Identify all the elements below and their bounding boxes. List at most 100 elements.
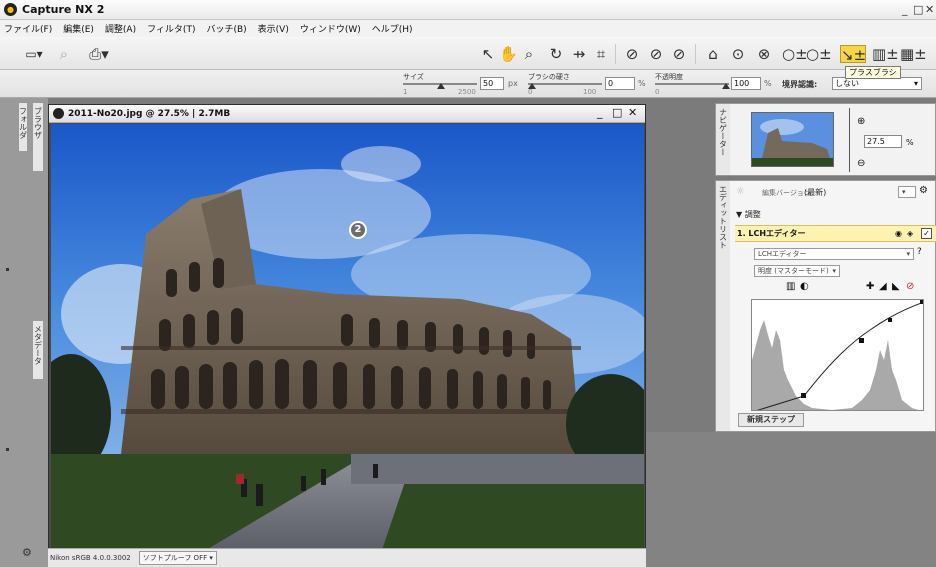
edge-label: 境界認識: xyxy=(782,80,818,89)
zoom-field[interactable]: 27.5 xyxy=(864,135,902,148)
menu-file[interactable]: ファイル(F) xyxy=(4,22,52,35)
menu-view[interactable]: 表示(V) xyxy=(258,22,289,35)
white-point-icon[interactable]: ◣ xyxy=(892,281,900,292)
size-field[interactable]: 50 xyxy=(480,77,504,90)
help-icon[interactable]: ? xyxy=(917,247,922,257)
menu-window[interactable]: ウィンドウ(W) xyxy=(300,22,361,35)
lasso-plus-icon[interactable]: ○± xyxy=(782,45,808,63)
tab-navigator[interactable]: ナビゲーター xyxy=(716,104,730,175)
app-title: Capture NX 2 xyxy=(22,3,105,16)
menu-edit[interactable]: 編集(E) xyxy=(63,22,94,35)
version-value: (最新) xyxy=(804,188,827,197)
gear-icon[interactable]: ⚙ xyxy=(22,546,32,559)
histogram-icon[interactable]: ▥ xyxy=(786,281,795,292)
fill-icon[interactable]: ▦± xyxy=(900,45,927,63)
gradient-icon[interactable]: ▥± xyxy=(872,45,899,63)
tab-folder[interactable]: フォルダ xyxy=(18,102,28,152)
size-max: 2500 xyxy=(458,88,476,96)
lasso-minus-icon[interactable]: ○± xyxy=(806,45,832,63)
hardness-unit: % xyxy=(638,79,646,88)
empty-workspace xyxy=(646,432,936,567)
control-point-white-icon[interactable]: ⊘ xyxy=(669,45,689,63)
chevron-down-icon: ▾ xyxy=(906,250,910,258)
new-step-button[interactable]: 新規ステップ xyxy=(738,413,804,427)
minimize-button[interactable]: _ xyxy=(597,106,603,119)
tab-metadata[interactable]: メタデータ xyxy=(32,320,44,380)
tooltip-plus-brush: プラスブラシ xyxy=(845,66,901,79)
app-logo-icon: ● xyxy=(4,3,17,16)
image-window-title: 2011-No20.jpg @ 27.5% | 2.7MB xyxy=(68,108,231,119)
eye-icon[interactable]: ◉ xyxy=(895,226,902,241)
maximize-button[interactable]: □ xyxy=(612,106,622,119)
straighten-icon[interactable]: ⇸ xyxy=(570,45,588,63)
opacity-icon[interactable]: ◈ xyxy=(907,226,913,241)
opacity-slider-thumb[interactable] xyxy=(722,83,730,89)
lch-editor-step-label: 1. LCHエディター xyxy=(737,229,806,238)
zoom-out-icon[interactable]: ⊖ xyxy=(857,158,865,169)
hardness-slider[interactable] xyxy=(528,83,602,85)
close-button[interactable]: ✕ xyxy=(925,3,934,16)
opacity-unit: % xyxy=(764,79,772,88)
tab-browser[interactable]: ブラウザ xyxy=(32,102,44,172)
zoom-in-icon[interactable]: ⊕ xyxy=(857,116,865,127)
size-min: 1 xyxy=(403,88,408,96)
step-enabled-checkbox[interactable]: ✓ xyxy=(921,228,932,239)
open-browser-icon[interactable]: ▭▾ xyxy=(24,45,44,63)
menu-help[interactable]: ヘルプ(H) xyxy=(372,22,413,35)
size-slider-thumb[interactable] xyxy=(437,83,445,89)
hardness-field[interactable]: 0 xyxy=(605,77,635,90)
navigator-thumbnail[interactable] xyxy=(751,112,834,167)
edit-list-panel: エディットリスト ☼ 編集バージョン (最新) ▾ ⚙ ▼ 調整 1. LCHエ… xyxy=(715,180,936,432)
hardness-max: 100 xyxy=(583,88,597,96)
opacity-label: 不透明度 xyxy=(655,73,683,81)
edge-select-value: しない xyxy=(835,79,859,88)
rotate-icon[interactable]: ↻ xyxy=(547,45,565,63)
settings-icon[interactable]: ⚙ xyxy=(919,185,928,196)
tab-edit-list[interactable]: エディットリスト xyxy=(716,181,730,431)
red-eye-icon[interactable]: ⌂ xyxy=(703,45,723,63)
status-bar: Nikon sRGB 4.0.0.3002 ソフトプルーフ OFF ▾ xyxy=(48,548,646,567)
reset-icon[interactable]: ⊘ xyxy=(906,281,914,292)
opacity-field[interactable]: 100 xyxy=(731,77,761,90)
menu-adjust[interactable]: 調整(A) xyxy=(105,22,136,35)
title-bar: ● Capture NX 2 _ □ ✕ xyxy=(0,0,936,20)
photo-canvas[interactable]: 2 xyxy=(51,124,644,553)
hand-tool-icon[interactable]: ✋ xyxy=(499,45,518,63)
color-profile-label: Nikon sRGB 4.0.0.3002 xyxy=(50,554,131,562)
plus-brush-icon[interactable]: ↘± xyxy=(840,45,866,64)
direct-select-icon[interactable]: ↖ xyxy=(480,45,496,63)
crop-icon[interactable]: ⌗ xyxy=(592,45,610,63)
menu-filter[interactable]: フィルタ(T) xyxy=(147,22,195,35)
channel-select[interactable]: 明度 (マスターモード) ▾ xyxy=(754,265,840,277)
tone-curve-editor[interactable] xyxy=(751,299,924,411)
version-select[interactable]: ▾ xyxy=(898,186,916,198)
menu-batch[interactable]: バッチ(B) xyxy=(206,22,246,35)
capture-nx2-window: ● Capture NX 2 _ □ ✕ ファイル(F) 編集(E) 調整(A)… xyxy=(0,0,936,567)
hardness-min: 0 xyxy=(528,88,533,96)
control-point-neutral-icon[interactable]: ⊘ xyxy=(646,45,666,63)
editor-select[interactable]: LCHエディター ▾ xyxy=(754,248,914,260)
adjust-group-label[interactable]: ▼ 調整 xyxy=(736,209,761,220)
control-point-black-icon[interactable]: ⊘ xyxy=(622,45,642,63)
opacity-slider[interactable] xyxy=(655,83,729,85)
colosseum-photo xyxy=(51,124,644,553)
channel-toggle-icon[interactable]: ◐ xyxy=(800,281,809,292)
print-icon[interactable]: ⎙▾ xyxy=(86,45,112,63)
center-point-icon[interactable]: ✚ xyxy=(866,281,874,292)
size-label: サイズ xyxy=(403,73,424,81)
zoom-unit: % xyxy=(906,138,914,147)
minimize-button[interactable]: _ xyxy=(902,3,908,16)
menu-bar: ファイル(F) 編集(E) 調整(A) フィルタ(T) バッチ(B) 表示(V)… xyxy=(0,20,936,37)
black-point-icon[interactable]: ◢ xyxy=(879,281,887,292)
size-unit: px xyxy=(508,79,518,88)
chevron-down-icon: ▾ xyxy=(832,267,836,275)
lch-editor-step[interactable]: 1. LCHエディター ◉ ◈ ✓ xyxy=(735,225,936,242)
softproof-toggle[interactable]: ソフトプルーフ OFF ▾ xyxy=(138,551,217,565)
close-button[interactable]: ✕ xyxy=(628,106,637,119)
zoom-tool-icon[interactable]: ⌕ xyxy=(521,45,537,63)
auto-retouch-icon[interactable]: ⊙ xyxy=(728,45,748,63)
lasso-icon[interactable]: ⊗ xyxy=(754,45,774,63)
control-point-marker[interactable]: 2 xyxy=(349,221,367,239)
image-window: 2011-No20.jpg @ 27.5% | 2.7MB _ □ ✕ 2 xyxy=(48,104,646,567)
maximize-button[interactable]: □ xyxy=(913,3,923,16)
